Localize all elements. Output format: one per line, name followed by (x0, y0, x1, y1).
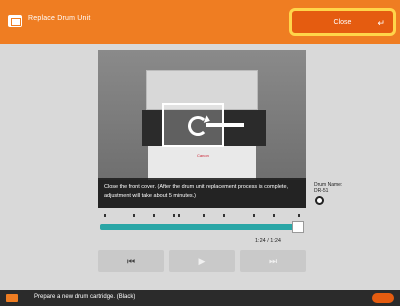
video-caption: Close the front cover. (After the drum u… (98, 178, 306, 208)
chapter-marker (223, 214, 225, 217)
header: Replace Drum Unit Close ↵ (0, 0, 400, 44)
status-indicator-button[interactable] (372, 293, 394, 303)
printer-body (148, 146, 256, 180)
close-button-label: Close (333, 18, 352, 26)
chapter-marker (203, 214, 205, 217)
playback-controls: ⏮ ▶ ⏭ (98, 250, 306, 272)
drum-color-icon (315, 196, 324, 205)
progress-track[interactable] (100, 221, 304, 233)
skip-forward-icon: ⏭ (268, 255, 278, 266)
chapter-marker (104, 214, 106, 217)
drum-unit-icon (8, 15, 22, 27)
chapter-marker (133, 214, 135, 217)
progress-thumb[interactable] (292, 221, 304, 233)
drum-name-value: DR-51 (314, 188, 329, 194)
chapter-marker (173, 214, 175, 217)
chapter-marker (178, 214, 180, 217)
chapter-marker (253, 214, 255, 217)
status-message: Prepare a new drum cartridge. (Black) (34, 294, 136, 300)
instruction-video[interactable]: Canon Close the front cover. (After the … (98, 50, 306, 208)
next-button[interactable]: ⏭ (240, 250, 306, 272)
status-bar: Prepare a new drum cartridge. (Black) (0, 290, 400, 306)
play-icon: ▶ (198, 255, 206, 266)
drum-name-info: Drum Name: DR-51 (314, 182, 342, 194)
progress-fill (100, 224, 304, 230)
chapter-marker (153, 214, 155, 217)
skip-back-icon: ⏮ (126, 255, 136, 266)
enter-icon: ↵ (377, 18, 385, 28)
page-title: Replace Drum Unit (28, 15, 91, 22)
playback-time: 1:24 / 1:24 (255, 238, 281, 244)
printer-brand: Canon (197, 153, 209, 158)
status-icon (6, 294, 18, 302)
lever-indicator (206, 123, 244, 127)
chapter-marker (298, 214, 300, 217)
close-button[interactable]: Close ↵ (289, 8, 396, 36)
play-button[interactable]: ▶ (169, 250, 235, 272)
chapter-markers (100, 214, 304, 218)
restart-button[interactable]: ⏮ (98, 250, 164, 272)
rotate-icon (188, 116, 208, 136)
chapter-marker (273, 214, 275, 217)
